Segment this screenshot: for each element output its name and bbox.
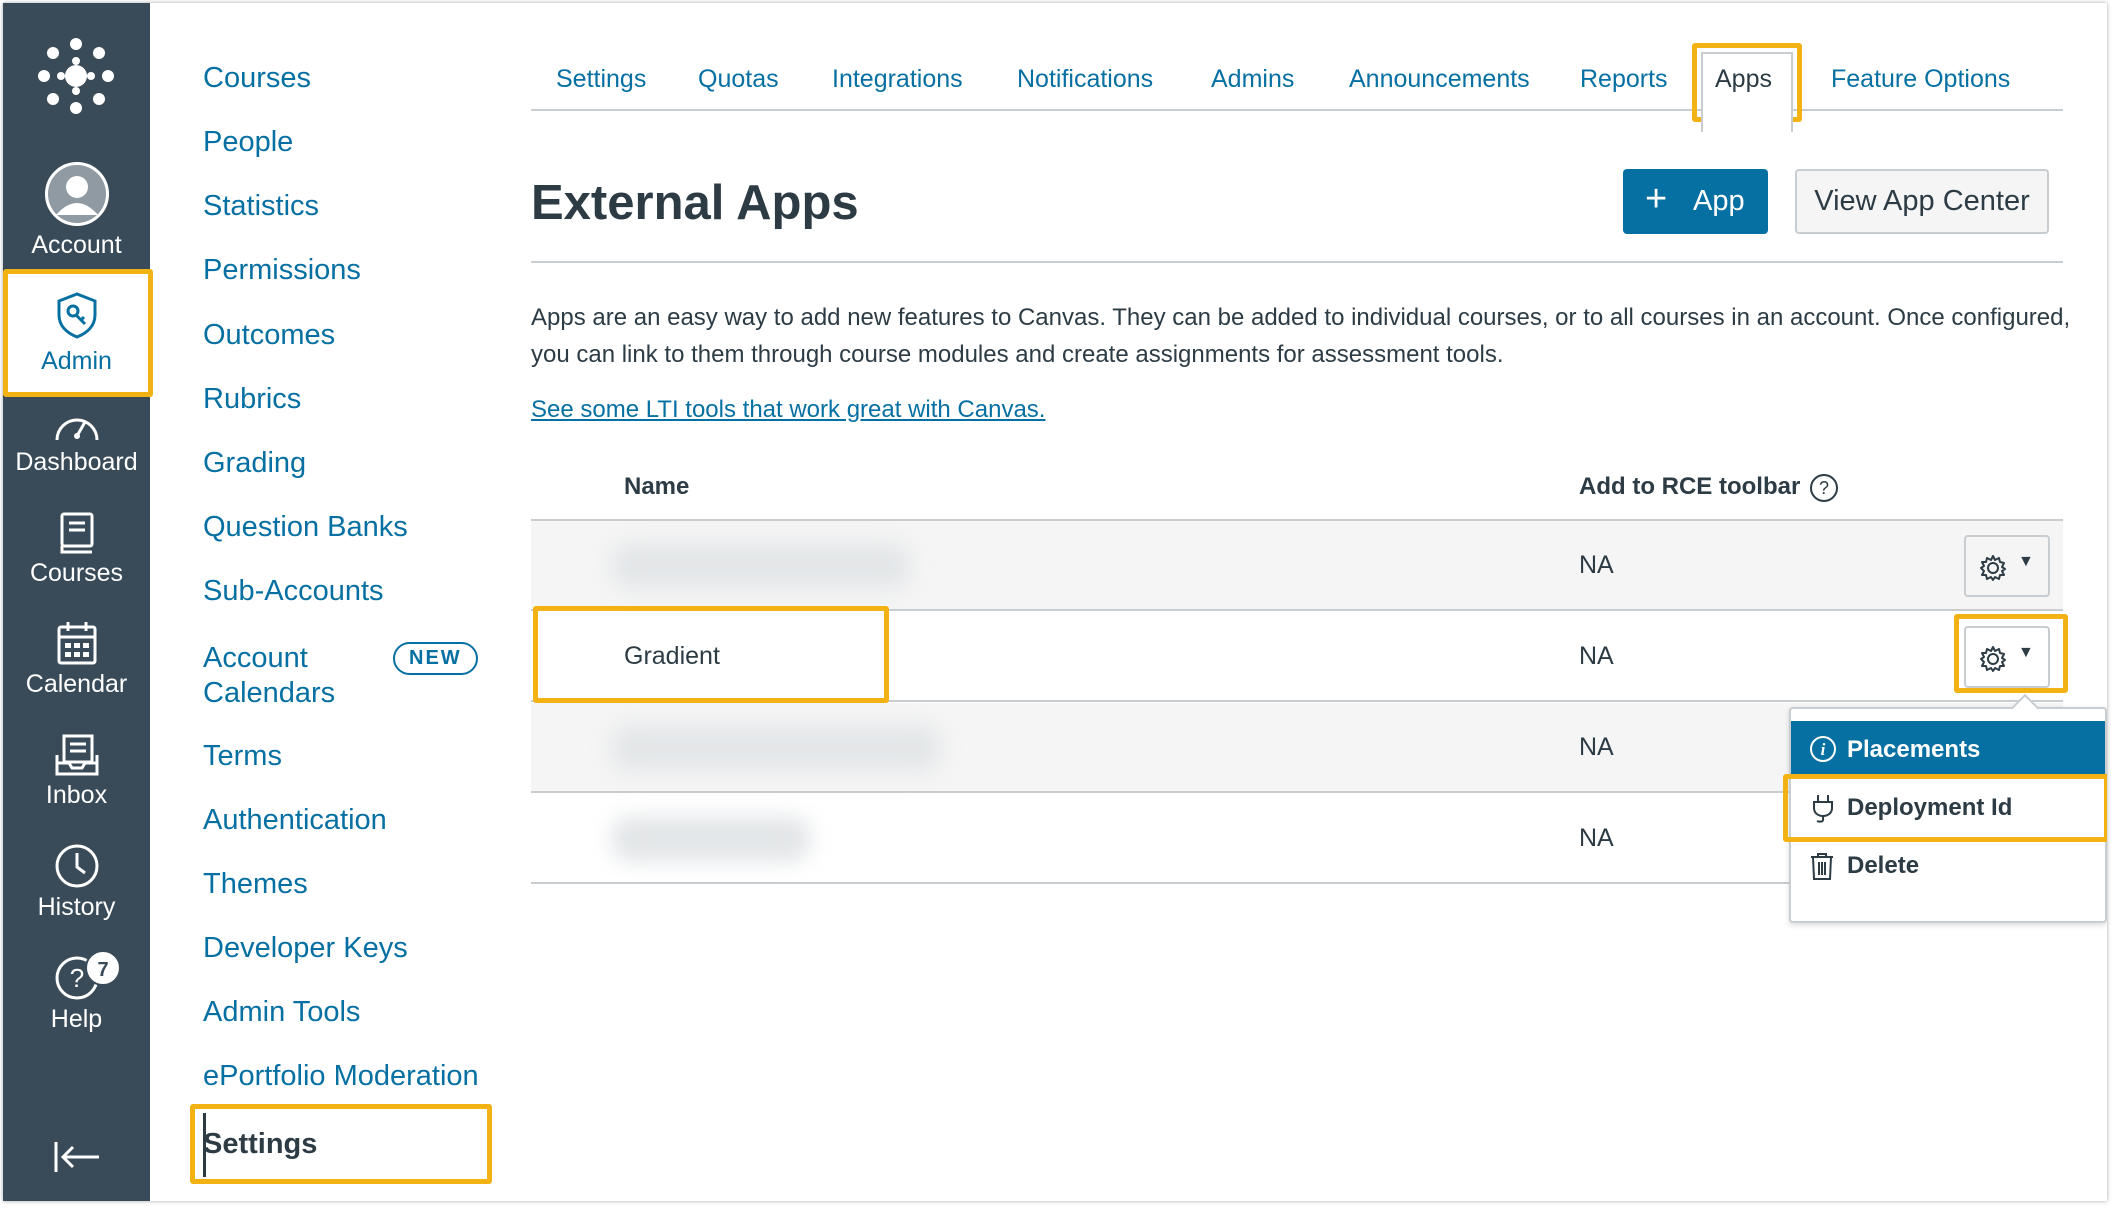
- gradient-highlight-box: [533, 606, 889, 703]
- tab-reports[interactable]: Reports: [1580, 65, 1668, 94]
- browser-frame: Account Admin Dashboard Courses Calendar…: [3, 3, 2107, 1201]
- tab-notifications[interactable]: Notifications: [1017, 65, 1153, 94]
- shield-icon: [57, 292, 96, 339]
- subnav-outcomes[interactable]: Outcomes: [203, 319, 335, 352]
- rce-toolbar-value: NA: [1579, 551, 1614, 579]
- column-header-rce-toolbar: Add to RCE toolbar: [1579, 473, 1801, 500]
- tab-admins[interactable]: Admins: [1211, 65, 1294, 94]
- new-badge: NEW: [393, 642, 478, 675]
- view-app-center-button[interactable]: View App Center: [1795, 169, 2049, 234]
- nav-courses-label: Courses: [29, 559, 124, 587]
- nav-dashboard-label: Dashboard: [15, 448, 138, 476]
- nav-help-label: Help: [50, 1005, 103, 1033]
- calendar-icon: [57, 622, 96, 665]
- subnav-eportfolio-moderation[interactable]: ePortfolio Moderation: [203, 1060, 479, 1093]
- menu-item-delete-label: Delete: [1847, 852, 1920, 879]
- gear-icon: [1980, 555, 2006, 581]
- rce-toolbar-value: NA: [1579, 733, 1614, 761]
- inbox-icon: [55, 734, 98, 776]
- apps-tab-highlight-box: Apps: [1692, 43, 1802, 132]
- svg-text:i: i: [1821, 740, 1826, 759]
- subnav-sub-accounts[interactable]: Sub-Accounts: [203, 575, 384, 608]
- dashboard-icon: [55, 418, 98, 441]
- subnav-permissions[interactable]: Permissions: [203, 254, 361, 287]
- rce-toolbar-value: NA: [1579, 642, 1614, 670]
- app-settings-button[interactable]: ▼: [1964, 535, 2050, 597]
- subnav-admin-tools[interactable]: Admin Tools: [203, 996, 360, 1029]
- tab-settings[interactable]: Settings: [556, 65, 646, 94]
- menu-item-placements-label: Placements: [1847, 736, 1981, 763]
- trash-icon: [1811, 853, 1833, 880]
- nav-inbox-label: Inbox: [45, 781, 108, 809]
- nav-courses[interactable]: Courses: [3, 511, 150, 588]
- tab-feature-options[interactable]: Feature Options: [1831, 65, 2010, 94]
- subnav-account-calendars-line1: Account: [203, 642, 308, 674]
- nav-admin[interactable]: Admin: [3, 273, 150, 393]
- tab-integrations[interactable]: Integrations: [832, 65, 963, 94]
- nav-calendar[interactable]: Calendar: [3, 620, 150, 699]
- tab-quotas[interactable]: Quotas: [698, 65, 779, 94]
- apps-description: Apps are an easy way to add new features…: [531, 304, 2071, 368]
- table-row: NA ▼: [531, 521, 2063, 611]
- settings-tabs: Settings Quotas Integrations Notificatio…: [531, 53, 2063, 111]
- gear-button-highlight-box: [1954, 614, 2068, 693]
- deployment-id-highlight-box: [1783, 774, 2107, 842]
- info-icon: i: [1810, 736, 1836, 762]
- redacted-app-name: [611, 543, 911, 589]
- avatar-icon: [44, 162, 109, 226]
- page-title: External Apps: [531, 176, 859, 230]
- svg-text:?: ?: [69, 963, 83, 993]
- subnav-developer-keys[interactable]: Developer Keys: [203, 932, 408, 965]
- global-navigation: Account Admin Dashboard Courses Calendar…: [3, 3, 153, 1201]
- subnav-people[interactable]: People: [203, 126, 293, 159]
- nav-history-label: History: [37, 893, 116, 921]
- subnav-terms[interactable]: Terms: [203, 740, 282, 773]
- plus-icon: +: [1645, 178, 1668, 220]
- nav-admin-label: Admin: [41, 347, 112, 375]
- clock-icon: [55, 844, 98, 888]
- collapse-nav-icon[interactable]: [53, 1139, 101, 1175]
- nav-history[interactable]: History: [3, 843, 150, 922]
- nav-account[interactable]: Account: [3, 161, 150, 260]
- subnav-account-calendars[interactable]: Account Calendars: [203, 642, 335, 710]
- svg-text:?: ?: [1819, 478, 1829, 498]
- redacted-app-name: [611, 725, 941, 771]
- tab-announcements[interactable]: Announcements: [1349, 65, 1530, 94]
- nav-account-label: Account: [31, 231, 122, 259]
- tab-apps[interactable]: Apps: [1715, 65, 1772, 94]
- subnav-account-calendars-line2: Calendars: [203, 677, 336, 709]
- canvas-logo-icon[interactable]: [37, 37, 115, 115]
- redacted-app-name: [611, 816, 811, 862]
- book-icon: [60, 512, 93, 554]
- nav-help[interactable]: ? Help: [3, 955, 150, 1034]
- menu-item-placements[interactable]: i Placements: [1791, 721, 2105, 777]
- subnav-courses[interactable]: Courses: [203, 62, 311, 95]
- subnav-themes[interactable]: Themes: [203, 868, 308, 901]
- help-count-badge: 7: [85, 950, 121, 986]
- subnav-authentication[interactable]: Authentication: [203, 804, 387, 837]
- add-app-label: App: [1693, 185, 1745, 217]
- column-header-name: Name: [624, 473, 690, 500]
- rce-toolbar-value: NA: [1579, 824, 1614, 852]
- subnav-settings[interactable]: Settings: [203, 1128, 317, 1161]
- nav-dashboard[interactable]: Dashboard: [3, 408, 150, 477]
- help-circle-icon[interactable]: ?: [1808, 472, 1840, 504]
- lti-tools-link[interactable]: See some LTI tools that work great with …: [531, 396, 1045, 424]
- add-app-button[interactable]: + App: [1623, 169, 1768, 234]
- menu-item-delete[interactable]: Delete: [1791, 837, 2105, 893]
- chevron-down-icon: ▼: [2018, 553, 2034, 570]
- nav-calendar-label: Calendar: [25, 670, 128, 698]
- subnav-question-banks[interactable]: Question Banks: [203, 511, 408, 544]
- nav-inbox[interactable]: Inbox: [3, 733, 150, 810]
- subnav-rubrics[interactable]: Rubrics: [203, 383, 301, 416]
- header-divider: [531, 261, 2063, 263]
- subnav-grading[interactable]: Grading: [203, 447, 306, 480]
- subnav-statistics[interactable]: Statistics: [203, 190, 319, 223]
